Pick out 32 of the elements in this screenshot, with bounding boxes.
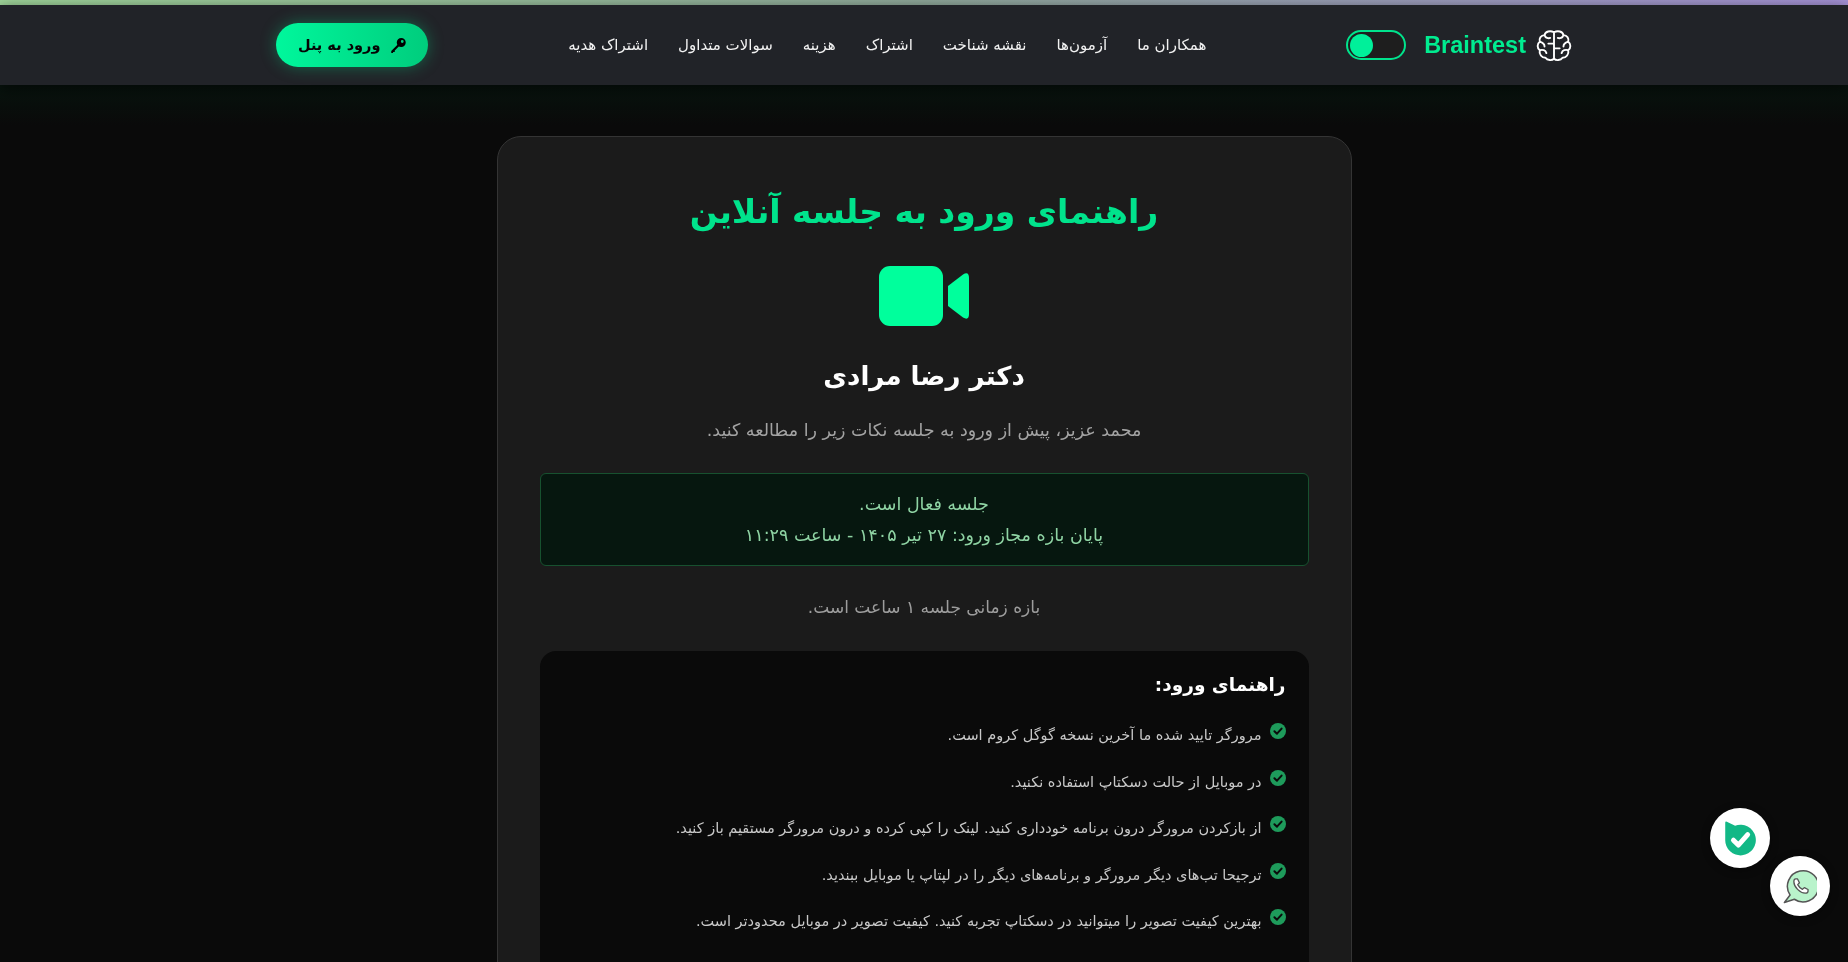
video-camera-icon (879, 266, 969, 326)
status-text: جلسه فعال است. (858, 493, 990, 516)
duration-text: بازه زمانی جلسه ۱ ساعت است. (806, 596, 1042, 619)
key-icon (391, 37, 407, 53)
check-circle-icon (1269, 723, 1286, 739)
nav-link[interactable]: هزینه (802, 36, 836, 54)
guide-item-text: در موبایل از حالت دسکتاپ استفاده نکنید. (1010, 772, 1262, 793)
nav-link[interactable]: اشتراک هدیه (568, 36, 649, 54)
check-bubble-icon (1723, 820, 1757, 856)
guide-item-text: بهترین کیفیت تصویر را میتوانید در دسکتاپ تجربه کنید. کیفیت تصویر در موبایل محدودتر است. (695, 912, 1262, 932)
host-name: دکتر رضا مرادی (822, 360, 1026, 394)
check-circle-icon (1269, 769, 1286, 786)
check-circle-icon (1269, 816, 1286, 832)
brain-icon (1536, 28, 1572, 62)
nav-link[interactable]: همکاران ما (1137, 36, 1207, 54)
guide-title: راهنمای ورود: (1153, 673, 1286, 698)
logo-text: Braintest (1424, 31, 1526, 59)
guide-item-text: از بازکردن مرورگر درون برنامه خودداری کنید. لینک را کپی کرده و درون مرورگر مستقیم باز کنید. (675, 819, 1262, 839)
nav-link[interactable]: نقشه شناخت (942, 36, 1027, 54)
nav-link[interactable]: اشتراک (865, 36, 913, 54)
page-title: راهنمای ورود به جلسه آنلاین (688, 191, 1160, 234)
login-button[interactable]: ورود به پنل (276, 23, 429, 67)
intro-text: محمد عزیز، پیش از ورود به جلسه نکات زیر را مطالعه کنید. (705, 419, 1143, 443)
check-circle-icon (1269, 862, 1286, 879)
nav-link[interactable]: سوالات متداول (678, 36, 773, 54)
guide-item-text: مرورگر تایید شده ما آخرین نسخه گوگل کروم است. (947, 725, 1262, 746)
nav-link[interactable]: آزمون‌ها (1056, 36, 1108, 54)
status-text: پایان بازه مجاز ورود: ۲۷ تیر ۱۴۰۵ - ساعت ۱۱:۲۹ (743, 524, 1105, 548)
theme-toggle[interactable] (1346, 30, 1407, 60)
guide-item-text: ترجیحا تب‌های دیگر مرورگر و برنامه‌های دیگر را در لپتاپ یا موبایل ببندید. (821, 865, 1262, 886)
check-circle-icon (1269, 909, 1286, 925)
phone-bubble-icon (1783, 868, 1817, 904)
